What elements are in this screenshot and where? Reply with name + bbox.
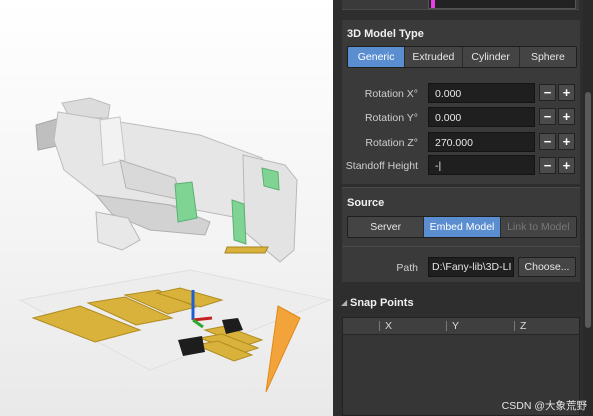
rotation-y-label: Rotation Y° [364,112,418,124]
rotation-x-minus-button[interactable]: − [539,84,556,101]
model-type-extruded[interactable]: Extruded [405,47,463,67]
path-field[interactable]: D:\Fany-lib\3D-LI [428,257,514,277]
standoff-plus-button[interactable]: + [558,157,575,174]
column-z-header[interactable]: Z [520,318,526,334]
model-type-generic[interactable]: Generic [348,47,406,67]
rotation-y-input[interactable]: 0.000 [428,107,535,127]
rotation-y-plus-button[interactable]: + [558,108,575,125]
model-type-selector: Generic Extruded Cylinder Sphere [347,46,577,68]
rotation-z-input[interactable]: 270.000 [428,132,535,152]
standoff-minus-button[interactable]: − [539,157,556,174]
rotation-x-plus-button[interactable]: + [558,84,575,101]
source-title: Source [347,197,385,209]
color-field[interactable] [428,0,576,9]
path-label: Path [396,262,418,274]
source-selector: Server Embed Model Link to Model [347,216,577,238]
rotation-x-input[interactable]: 0.000 [428,83,535,103]
rotation-x-label: Rotation X° [364,88,418,100]
model-type-cylinder[interactable]: Cylinder [462,47,520,67]
model-type-sphere[interactable]: Sphere [519,47,576,67]
column-separator [379,321,380,331]
panel-scrollbar[interactable] [583,0,593,416]
scrollbar-thumb[interactable] [585,92,591,328]
standoff-height-label: Standoff Height [345,160,418,172]
rotation-z-plus-button[interactable]: + [558,133,575,150]
model-type-title: 3D Model Type [347,28,424,40]
column-x-header[interactable]: X [385,318,392,334]
3d-scene [18,97,332,393]
column-y-header[interactable]: Y [452,318,459,334]
watermark: CSDN @大象荒野 [501,400,587,412]
source-link-to-model[interactable]: Link to Model [500,217,576,237]
choose-button[interactable]: Choose... [518,257,576,277]
usb-connector-model [35,97,298,263]
rotation-y-minus-button[interactable]: − [539,108,556,125]
top-truncated-row [342,0,579,10]
collapse-arrow-icon[interactable]: ◢ [341,298,347,307]
color-swatch [431,0,435,8]
rotation-z-label: Rotation Z° [365,137,418,149]
snap-points-header: X Y Z [343,318,579,335]
source-embed-model[interactable]: Embed Model [424,217,501,237]
column-separator [446,321,447,331]
3d-viewport[interactable] [0,0,333,416]
column-separator [514,321,515,331]
standoff-height-input[interactable]: -| [428,155,535,175]
snap-points-title[interactable]: Snap Points [350,297,414,309]
rotation-z-minus-button[interactable]: − [539,133,556,150]
source-server[interactable]: Server [348,217,425,237]
